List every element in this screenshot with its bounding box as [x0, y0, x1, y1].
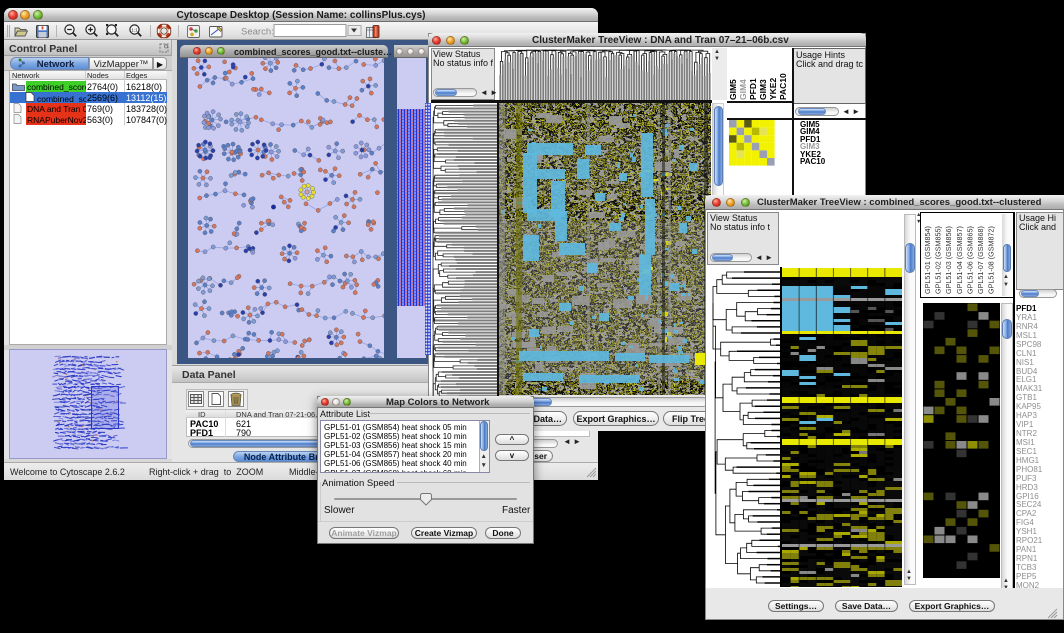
svg-text:GPL51-07 (GSM868): GPL51-07 (GSM868) [976, 226, 985, 294]
svg-text:GPL51-04 (GSM857): GPL51-04 (GSM857) [955, 226, 964, 294]
svg-text:PAC10: PAC10 [778, 73, 788, 100]
svg-text:YKE2: YKE2 [768, 78, 778, 100]
svg-text:GIM3: GIM3 [758, 79, 768, 100]
svg-text:GIM5: GIM5 [728, 79, 738, 100]
svg-text:GPL51-01 (GSM854): GPL51-01 (GSM854) [923, 226, 932, 294]
svg-text:GPL51-03 (GSM856): GPL51-03 (GSM856) [944, 226, 953, 294]
svg-text:GPL51-06 (GSM865): GPL51-06 (GSM865) [965, 226, 974, 294]
svg-text:GPL51-02 (GSM855): GPL51-02 (GSM855) [934, 226, 943, 294]
svg-text:GPL51-08 (GSM872): GPL51-08 (GSM872) [987, 226, 996, 294]
svg-text:GIM4: GIM4 [738, 79, 748, 100]
svg-text:PFD1: PFD1 [748, 78, 758, 100]
